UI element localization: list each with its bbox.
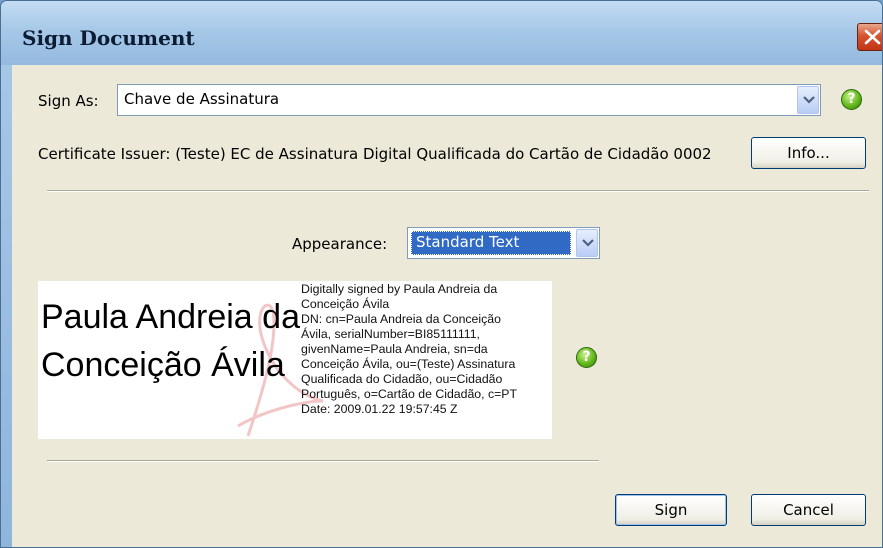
signature-detail-line: DN: cn=Paula Andreia da Conceição (301, 312, 501, 326)
separator-top (47, 190, 869, 192)
help-icon[interactable]: ? (576, 347, 597, 368)
sign-as-select[interactable]: Chave de Assinatura (117, 84, 821, 116)
sign-as-label: Sign As: (38, 92, 99, 110)
chevron-down-icon (803, 96, 815, 104)
signature-detail-line: Português, o=Cartão de Cidadão, c=PT (301, 387, 518, 401)
sign-as-label-text: Sign As: (38, 92, 99, 110)
appearance-select[interactable]: Standard Text (407, 227, 600, 259)
help-icon[interactable]: ? (841, 89, 862, 110)
help-icon-glyph: ? (582, 349, 591, 365)
signature-detail-line: Ávila, serialNumber=BI85111111, (301, 327, 480, 341)
signature-detail-line: Digitally signed by Paula Andreia da (301, 282, 498, 296)
chevron-down-icon (582, 239, 594, 247)
appearance-label: Appearance: (292, 235, 388, 253)
dialog-title: Sign Document (22, 26, 195, 50)
signature-detail-line: Qualificada do Cidadão, ou=Cidadão (301, 372, 503, 386)
signature-details: Digitally signed by Paula Andreia da Con… (301, 282, 552, 417)
appearance-value: Standard Text (411, 231, 571, 255)
signature-detail-line: Date: 2009.01.22 19:57:45 Z (301, 402, 458, 416)
sign-button[interactable]: Sign (615, 494, 727, 526)
sign-as-value: Chave de Assinatura (124, 90, 280, 108)
signature-detail-line: givenName=Paula Andreia, sn=da (301, 342, 488, 356)
title-bar[interactable]: Sign Document (1, 1, 882, 65)
signature-preview: Paula Andreia da Conceição Ávila Digital… (38, 281, 552, 439)
signature-detail-line: Conceição Ávila (301, 297, 390, 311)
close-icon (864, 29, 881, 45)
close-button[interactable] (857, 23, 882, 51)
appearance-dropdown-button[interactable] (576, 229, 598, 257)
help-icon-glyph: ? (847, 91, 856, 107)
signature-detail-line: Conceição Ávila, ou=(Teste) Assinatura (301, 357, 516, 371)
certificate-issuer-text: Certificate Issuer: (Teste) EC de Assina… (38, 145, 712, 163)
signer-name: Paula Andreia da Conceição Ávila (41, 298, 300, 384)
cancel-button[interactable]: Cancel (751, 494, 866, 526)
info-button[interactable]: Info... (751, 137, 866, 169)
sign-as-dropdown-button[interactable] (797, 86, 819, 114)
separator-bottom (47, 460, 599, 462)
sign-document-dialog: Sign Document Sign As: Chave de Assinatu… (0, 0, 883, 548)
